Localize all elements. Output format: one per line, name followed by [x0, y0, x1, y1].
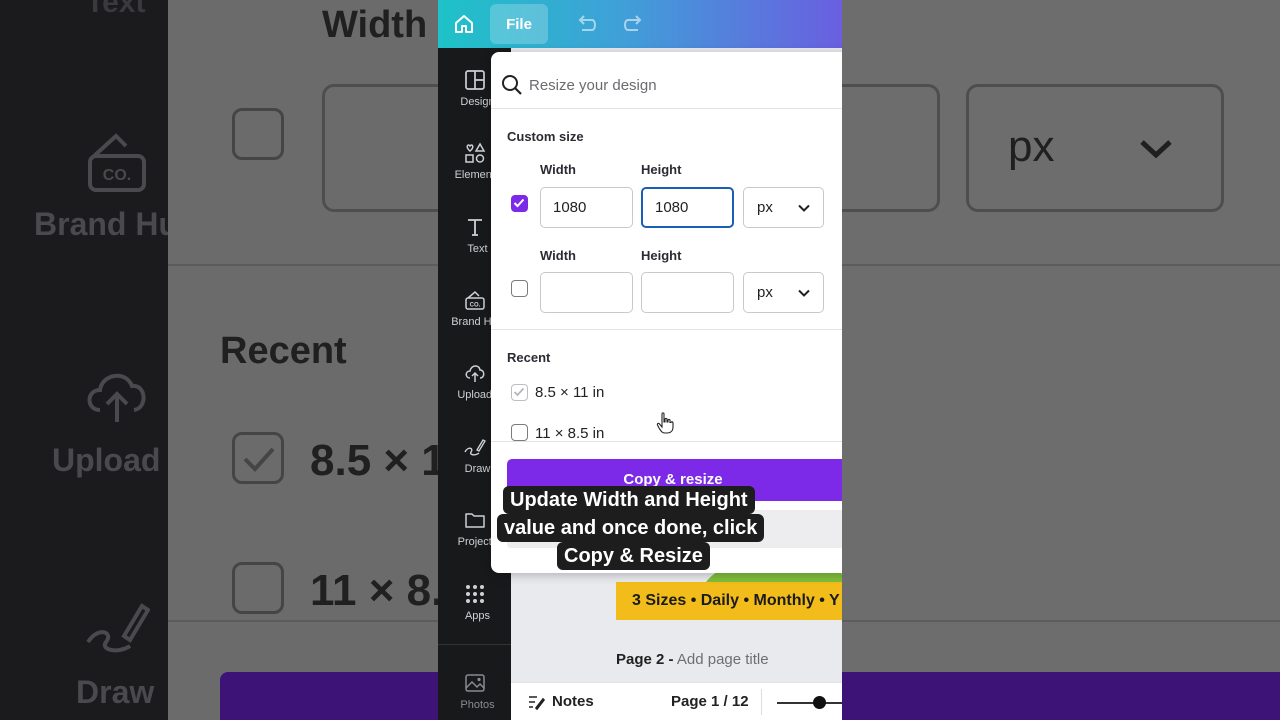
bg-divider-3: [842, 264, 1280, 266]
caption-line-3: Copy & Resize: [557, 542, 710, 570]
divider: [491, 329, 842, 330]
caption-line-2: value and once done, click: [497, 514, 765, 542]
upload-cloud-icon: [465, 365, 484, 382]
draw-icon: [463, 439, 486, 456]
background-panel-zoom: Width Recent 8.5 × 1 11 × 8.: [168, 0, 462, 720]
page-2-label: Page 2 -: [616, 651, 674, 668]
unit-value: px: [757, 199, 773, 216]
canva-mobile-editor: File Design Elements Text CO. Brand Hub …: [438, 0, 842, 720]
unit-value: px: [757, 284, 773, 301]
width-label: Width: [540, 162, 576, 177]
bg-unit-select: [966, 84, 1224, 212]
home-icon: [455, 15, 473, 33]
pointer-hand-icon: [656, 412, 674, 434]
notes-button[interactable]: Notes: [552, 693, 594, 710]
apps-grid-icon: [465, 585, 484, 603]
bg-width-label: Width: [322, 4, 428, 46]
bg-brand-label: Brand Hu: [34, 206, 178, 242]
draw-icon: [86, 603, 150, 653]
sidebar-item-apps[interactable]: Apps: [438, 578, 511, 638]
recent-checkbox-2[interactable]: [511, 424, 528, 441]
zoom-slider-handle[interactable]: [813, 696, 826, 709]
recent-size-label[interactable]: 11 × 8.5 in: [535, 425, 604, 442]
shapes-icon: [464, 142, 485, 163]
bg-divider-4: [842, 620, 1280, 622]
background-right-zoom: px: [822, 0, 1280, 720]
bg-size2: 11 × 8.: [310, 566, 444, 615]
sidebar-item-photos[interactable]: Photos: [438, 667, 511, 720]
folder-icon: [464, 513, 485, 528]
layout-icon: [464, 70, 485, 90]
chevron-down-icon: [798, 289, 810, 297]
divider: [491, 108, 842, 109]
bottom-bar-divider: [761, 689, 762, 715]
recent-checkbox-1[interactable]: [511, 384, 528, 401]
bg-text-label: Text: [86, 0, 146, 19]
recent-size-label[interactable]: 8.5 × 11 in: [535, 384, 604, 401]
brand-hub-icon: CO.: [88, 133, 146, 192]
width-input-2[interactable]: [540, 272, 633, 313]
bg-recent-check-2: [232, 562, 284, 614]
brand-hub-icon: CO.: [464, 290, 485, 310]
width-input-1[interactable]: [540, 187, 633, 228]
home-button[interactable]: [448, 8, 480, 40]
background-sidebar-zoom: Text CO. Brand Hu Upload Draw: [0, 0, 178, 720]
check-icon: [513, 387, 525, 397]
custom-size-checkbox-1[interactable]: [511, 195, 528, 212]
check-icon: [243, 447, 275, 472]
resize-search-input[interactable]: [529, 70, 829, 100]
height-input-2[interactable]: [641, 272, 734, 313]
undo-icon: [578, 15, 596, 31]
height-label: Height: [641, 248, 682, 263]
bg-upload-label: Upload: [52, 442, 161, 478]
bg-unit-label: px: [1008, 122, 1055, 171]
divider: [491, 441, 842, 442]
bg-divider-2: [168, 620, 438, 622]
page-indicator[interactable]: Page 1 / 12: [671, 693, 749, 710]
design-banner-text[interactable]: 3 Sizes • Daily • Monthly • Y: [616, 582, 842, 620]
top-toolbar: File: [438, 0, 842, 48]
custom-size-title: Custom size: [507, 129, 584, 144]
sidebar-divider: [438, 644, 511, 645]
undo-button[interactable]: [572, 10, 600, 38]
height-input-1[interactable]: [641, 187, 734, 228]
recent-title: Recent: [507, 350, 551, 365]
bg-draw-label: Draw: [76, 674, 155, 710]
svg-text:CO.: CO.: [103, 167, 131, 184]
bg-divider: [168, 264, 438, 266]
zoom-slider-track[interactable]: [777, 702, 842, 704]
chevron-down-icon: [798, 204, 810, 212]
bg-cta-zoom-right: [842, 672, 1280, 720]
add-page-title-placeholder[interactable]: Add page title: [677, 651, 769, 668]
search-icon: [502, 75, 522, 95]
photos-icon: [464, 674, 485, 692]
page-2-title[interactable]: Page 2 - Add page title: [616, 651, 769, 668]
svg-text:CO.: CO.: [469, 303, 480, 309]
file-menu-button[interactable]: File: [490, 4, 548, 44]
unit-select-1[interactable]: px: [743, 187, 824, 228]
bg-recent-label: Recent: [220, 330, 347, 372]
bg-recent-check-1: [232, 432, 284, 484]
chevron-down-icon: [1140, 140, 1172, 159]
notes-icon: [529, 696, 545, 711]
bg-cta-zoom: [220, 672, 438, 720]
upload-cloud-icon: [87, 374, 146, 422]
bg-size1: 8.5 × 1: [310, 436, 446, 485]
check-icon: [513, 198, 525, 208]
redo-button[interactable]: [620, 10, 648, 38]
width-label: Width: [540, 248, 576, 263]
redo-icon: [624, 15, 642, 31]
bg-checkbox: [232, 108, 284, 160]
unit-select-2[interactable]: px: [743, 272, 824, 313]
height-label: Height: [641, 162, 682, 177]
sidebar-item-label: Apps: [464, 610, 491, 622]
caption-line-1: Update Width and Height: [503, 486, 755, 514]
custom-size-checkbox-2[interactable]: [511, 280, 528, 297]
bottom-bar: Notes Page 1 / 12: [511, 682, 842, 720]
sidebar-item-label: Photos: [460, 699, 495, 711]
text-icon: [467, 219, 482, 236]
